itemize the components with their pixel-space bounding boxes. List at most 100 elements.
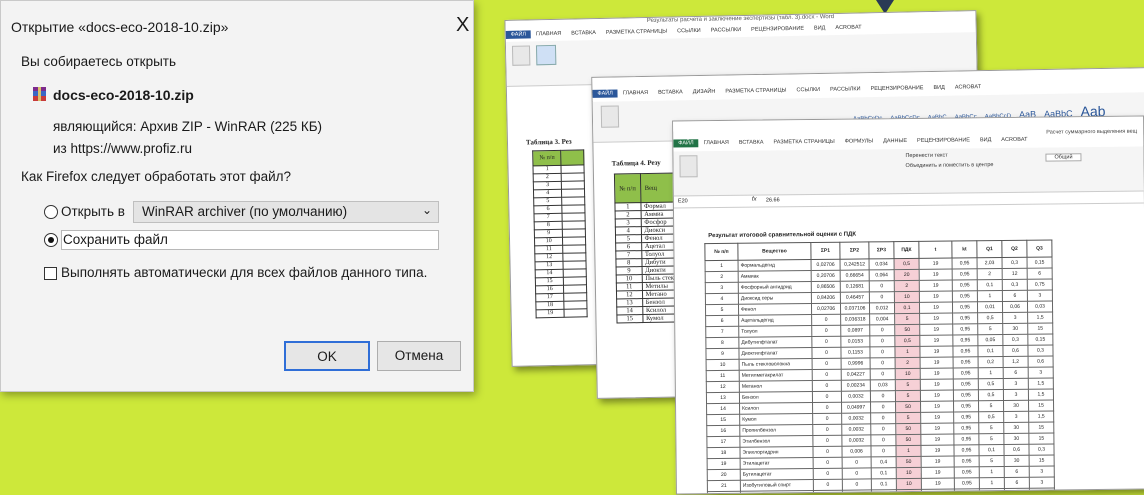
ribbon-tab[interactable]: ВИД [928, 84, 949, 92]
table-cell[interactable]: 1,5 [1028, 378, 1054, 390]
ribbon-tab[interactable]: ФАЙЛ [505, 30, 532, 39]
table-cell[interactable]: Ксилол [739, 402, 813, 415]
table-cell[interactable]: 0 [869, 335, 895, 347]
table-cell[interactable]: 0,15 [1027, 334, 1053, 346]
table-cell[interactable]: 0,0032 [841, 390, 871, 403]
table-cell[interactable]: 0,2 [978, 356, 1004, 368]
table-cell[interactable]: 19 [920, 412, 954, 424]
table-cell[interactable]: 0,1 [978, 444, 1005, 456]
number-format-select[interactable]: Общий [1045, 153, 1082, 162]
table-cell[interactable]: 0 [813, 457, 843, 469]
ribbon-tab[interactable]: РАЗМЕТКА СТРАНИЦЫ [601, 27, 672, 36]
table-cell[interactable]: 15 [706, 414, 740, 426]
table-cell[interactable]: 2 [977, 268, 1003, 280]
table-cell[interactable]: 0,242512 [840, 258, 870, 271]
table-cell[interactable]: 0,6 [1003, 444, 1030, 456]
merge-center-button[interactable]: Объединить и поместить в центре [906, 162, 994, 169]
table-cell[interactable]: 0,3 [1002, 257, 1028, 269]
table-cell[interactable]: Пыль стекловолокна [739, 358, 813, 371]
table-cell[interactable]: 1 [979, 488, 1005, 495]
table-cell[interactable]: 0,03 [870, 379, 896, 391]
table-cell[interactable]: 12 [1002, 268, 1028, 280]
table-cell[interactable]: 0,15 [1027, 257, 1053, 269]
table-cell[interactable]: 0,1 [894, 302, 920, 314]
table-cell[interactable]: 0,5 [977, 312, 1003, 324]
ribbon-tab[interactable]: РЕЦЕНЗИРОВАНИЕ [746, 25, 809, 34]
table-cell[interactable]: 0 [812, 358, 842, 370]
table-cell[interactable]: 30 [1002, 323, 1028, 335]
table-cell[interactable]: 0,95 [952, 323, 978, 336]
table-cell[interactable]: 0,0032 [841, 412, 871, 425]
table-cell[interactable]: 19 [919, 258, 953, 270]
table-cell[interactable]: 5 [978, 433, 1004, 445]
table-cell[interactable]: 1 [977, 290, 1003, 302]
table-cell[interactable]: 6 [1004, 488, 1030, 495]
table-cell[interactable]: 2 [894, 280, 920, 292]
table-cell[interactable]: 10 [896, 467, 922, 479]
table-cell[interactable]: 0 [870, 390, 896, 402]
table-cell[interactable]: 19 [921, 467, 955, 479]
table-cell[interactable]: 6 [705, 315, 739, 327]
save-file-radio[interactable] [44, 233, 58, 247]
table-cell[interactable]: 18 [706, 447, 741, 459]
table-cell[interactable]: 2 [705, 271, 739, 283]
table-cell[interactable]: 6 [1004, 477, 1030, 489]
table-cell[interactable]: 0,95 [952, 290, 978, 303]
table-cell[interactable]: 0,95 [953, 422, 979, 435]
ribbon-tab[interactable]: ACROBAT [950, 83, 986, 92]
table-cell[interactable]: 6 [1027, 268, 1053, 280]
table-cell[interactable]: 9 [705, 348, 740, 360]
table-cell[interactable]: 1,5 [1027, 312, 1053, 324]
table-cell[interactable]: 0,04227 [841, 368, 871, 381]
table-cell[interactable]: 0 [869, 280, 895, 292]
ribbon-tab[interactable]: РЕЦЕНЗИРОВАНИЕ [912, 136, 975, 145]
cancel-button[interactable]: Отмена [377, 341, 461, 371]
table-cell[interactable]: 0,95 [952, 301, 978, 314]
table-cell[interactable]: 0,20706 [811, 270, 841, 282]
table-cell[interactable]: Метилметакрилат [739, 369, 813, 382]
table-cell[interactable]: 0 [842, 456, 872, 469]
table-cell[interactable]: 19 [921, 489, 955, 495]
table-cell[interactable]: 50 [895, 434, 921, 446]
table-cell[interactable]: 0,95 [953, 389, 979, 402]
table-cell[interactable]: 0,3 [1002, 279, 1028, 291]
open-with-radio[interactable] [44, 205, 58, 219]
table-cell[interactable]: 0,1 [871, 467, 897, 479]
table-cell[interactable]: 0,86506 [811, 281, 841, 293]
table-cell[interactable]: 19 [920, 379, 954, 391]
table-cell[interactable]: Толуол [738, 325, 812, 338]
table-cell[interactable]: Метанол [739, 380, 813, 393]
table-cell[interactable]: 0 [812, 380, 842, 392]
table-cell[interactable]: 19 [920, 357, 954, 369]
table-cell[interactable]: 0,1153 [840, 346, 871, 359]
table-cell[interactable]: 21 [707, 480, 741, 492]
table-cell[interactable]: 5 [979, 455, 1005, 467]
table-cell[interactable]: 1,5 [1028, 389, 1054, 401]
word1-paste-icon[interactable] [511, 45, 531, 66]
table-cell[interactable]: Изобутиловый спирт [740, 479, 814, 492]
ribbon-tab[interactable]: ФАЙЛ [673, 139, 699, 148]
table-cell[interactable]: 15 [1028, 433, 1054, 445]
table-cell[interactable]: 0 [812, 369, 842, 381]
table-cell[interactable]: 0 [870, 423, 896, 435]
table-cell[interactable]: 14 [706, 403, 740, 415]
table-cell[interactable]: 0,95 [952, 312, 978, 325]
table-cell[interactable]: 10 [706, 359, 740, 371]
table-cell[interactable]: 0 [870, 445, 897, 457]
ribbon-tab[interactable]: РАЗМЕТКА СТРАНИЦЫ [768, 138, 839, 147]
table-cell[interactable]: 0 [813, 479, 843, 491]
table-cell[interactable]: Аммиак [738, 270, 812, 283]
ribbon-tab[interactable]: ВИД [809, 24, 831, 32]
table-cell[interactable]: 3 [1028, 367, 1054, 379]
table-cell[interactable]: Этилацетат [740, 457, 814, 470]
table-cell[interactable]: Фосфорный ангидрид [738, 281, 812, 294]
ribbon-tab[interactable]: ACROBAT [996, 136, 1032, 144]
table-cell[interactable]: 0,95 [952, 279, 978, 292]
table-cell[interactable]: 19 [920, 423, 954, 435]
ribbon-tab[interactable]: ACROBAT [830, 23, 866, 32]
table-cell[interactable]: 30 [1003, 400, 1029, 412]
table-cell[interactable]: 0,012 [869, 302, 895, 314]
table-cell[interactable]: 19 [920, 390, 954, 402]
table-cell[interactable]: 0,037106 [840, 302, 870, 315]
ribbon-tab[interactable]: РАЗМЕТКА СТРАНИЦЫ [720, 86, 791, 95]
